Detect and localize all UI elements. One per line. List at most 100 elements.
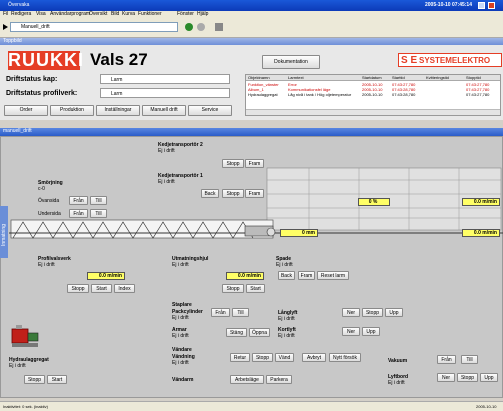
profilvalsverk-start-button[interactable]: Start — [91, 284, 112, 293]
manuell-drift-button[interactable]: Manuell drift — [142, 105, 186, 116]
window-datetime: 2005-10-10 07:45:14 — [425, 2, 472, 8]
vandning-vand-button[interactable]: Vänd — [275, 353, 294, 362]
langlyft-stopp-button[interactable]: Stopp — [362, 308, 383, 317]
packcylinder-till-button[interactable]: Till — [232, 308, 249, 317]
menu-item[interactable]: Visa — [36, 11, 46, 17]
menu-item[interactable]: Fönster — [177, 11, 194, 17]
driftstatus-label: Driftstatus kap: — [6, 76, 58, 83]
kt2-status: Ej i drift — [158, 148, 175, 154]
ruukki-logo: RUUKKI — [8, 50, 84, 70]
vakuum-till-button[interactable]: Till — [461, 355, 478, 364]
hydraulic-pump-icon — [11, 325, 39, 347]
hydraul-start-button[interactable]: Start — [47, 375, 67, 384]
main-panel-tab: manuell_drift — [0, 128, 503, 136]
produktion-button[interactable]: Produktion — [50, 105, 94, 116]
spade-status: Ej i drift — [276, 262, 293, 268]
speed-display-right-1: 0.0 m/min — [462, 198, 500, 206]
vandning-retur-button[interactable]: Retur — [230, 353, 250, 362]
kortlyft-status: Ej i drift — [278, 333, 295, 339]
langlyft-ner-button[interactable]: Ner — [342, 308, 360, 317]
vandning-stopp-button[interactable]: Stopp — [252, 353, 273, 362]
play-icon[interactable] — [3, 24, 8, 30]
profil-label: Driftstatus profilverk: — [6, 90, 78, 97]
vandarm-label: Vändarm — [172, 377, 194, 383]
menu-item[interactable]: Översikt — [89, 11, 107, 17]
kortlyft-upp-button[interactable]: Upp — [362, 327, 380, 336]
kortlyft-ner-button[interactable]: Ner — [342, 327, 360, 336]
lyftbord-stopp-button[interactable]: Stopp — [457, 373, 478, 382]
menu-item[interactable]: Hjälp — [197, 11, 208, 17]
lyftbord-status: Ej i drift — [388, 380, 405, 386]
service-button[interactable]: Service — [188, 105, 232, 116]
packcylinder-fran-button[interactable]: Från — [211, 308, 230, 317]
menu-item[interactable]: Kurva — [122, 11, 135, 17]
spade-back-button[interactable]: Back — [278, 271, 295, 280]
vandare-title: Vändare — [172, 347, 192, 353]
utmatning-speed: 0.0 m/min — [226, 272, 264, 280]
profilvalsverk-speed: 0.0 m/min — [87, 272, 125, 280]
driftstatus-value: Larm — [111, 77, 123, 83]
utmatning-stopp-button[interactable]: Stopp — [222, 284, 244, 293]
profilvalsverk-stopp-button[interactable]: Stopp — [67, 284, 89, 293]
alarm-table: Objektnamn Larmtext Startdatum Starttid … — [245, 74, 501, 116]
profilvalsverk-index-button[interactable]: Index — [114, 284, 135, 293]
address-field[interactable]: Manuell_drift — [10, 22, 178, 32]
alarm-col: Starttid — [392, 75, 405, 80]
installningar-button[interactable]: Inställningar — [96, 105, 140, 116]
menu-item[interactable]: Funktioner — [138, 11, 162, 17]
back-icon[interactable] — [185, 23, 193, 31]
menu-item[interactable]: Användarprogram — [50, 11, 90, 17]
armar-stang-button[interactable]: Stäng — [226, 328, 247, 337]
lyftbord-ner-button[interactable]: Ner — [437, 373, 455, 382]
armar-oppna-button[interactable]: Öppna — [249, 328, 270, 337]
speed-display-right-2: 0.0 m/min — [462, 229, 500, 237]
armar-status: Ej i drift — [172, 333, 189, 339]
lyftbord-upp-button[interactable]: Upp — [480, 373, 498, 382]
menu-item[interactable]: Bild — [111, 11, 119, 17]
systemelektro-logo: S E SYSTEMELEKTRO — [398, 53, 502, 67]
machine-line-diagram — [9, 167, 503, 239]
langlyft-upp-button[interactable]: Upp — [385, 308, 403, 317]
window-title: Övervaka — [8, 2, 30, 8]
home-icon[interactable] — [215, 23, 223, 31]
utmatning-start-button[interactable]: Start — [246, 284, 265, 293]
order-button[interactable]: Order — [4, 105, 48, 116]
status-bar: Inaktivitet: 0 sek. (inaktiv) 2005-10-10 — [0, 401, 503, 411]
menu-item[interactable]: Redigera — [11, 11, 31, 17]
langlyft-status: Ej i drift — [278, 316, 295, 322]
alarm-col: Kvitteringstid — [426, 75, 449, 80]
address-toolbar: Manuell_drift — [0, 18, 503, 38]
vandning-avbryt-button[interactable]: Avbryt — [302, 353, 326, 362]
header-tab-label: Toppbild — [3, 38, 22, 44]
table-scrollbar[interactable] — [246, 109, 500, 115]
vakuum-fran-button[interactable]: Från — [437, 355, 456, 364]
profil-field: Larm — [100, 88, 230, 98]
driftstatus-field: Larm — [100, 74, 230, 84]
mm-display: 0 mm — [280, 229, 318, 237]
menu-item[interactable]: Fil — [3, 11, 8, 17]
header-tab: Toppbild — [0, 38, 503, 45]
spade-fram-button[interactable]: Fram — [298, 271, 315, 280]
status-left: Inaktivitet: 0 sek. (inaktiv) — [3, 404, 48, 409]
reset-larm-button[interactable]: Reset larm — [317, 271, 349, 280]
minimize-icon[interactable] — [478, 2, 485, 9]
profilvalsverk-status: Ej i drift — [38, 262, 55, 268]
utmatning-status: Ej i drift — [172, 262, 189, 268]
documentation-button[interactable]: Dokumentation — [262, 55, 320, 69]
vandning-status: Ej i drift — [172, 360, 189, 366]
parkera-button[interactable]: Parkera — [266, 375, 292, 384]
alarm-col: Startdatum — [362, 75, 382, 80]
alarm-col: Larmtext — [288, 75, 304, 80]
header-panel: RUUKKI Vals 27 Dokumentation S E SYSTEME… — [0, 45, 503, 120]
forward-icon[interactable] — [197, 23, 205, 31]
arbetslage-button[interactable]: Arbetsläge — [230, 375, 264, 384]
profil-value: Larm — [111, 91, 123, 97]
staplare-title: Staplare — [172, 302, 192, 308]
pct-display: 0 % — [358, 198, 390, 206]
hydraul-stopp-button[interactable]: Stopp — [24, 375, 45, 384]
hydraul-status: Ej i drift — [9, 363, 26, 369]
vandning-nytt-forsok-button[interactable]: Nytt försök — [329, 353, 361, 362]
close-icon[interactable] — [488, 2, 495, 9]
address-value: Manuell_drift — [21, 24, 50, 30]
side-tab-inmatning[interactable]: Inmatning — [0, 206, 8, 258]
